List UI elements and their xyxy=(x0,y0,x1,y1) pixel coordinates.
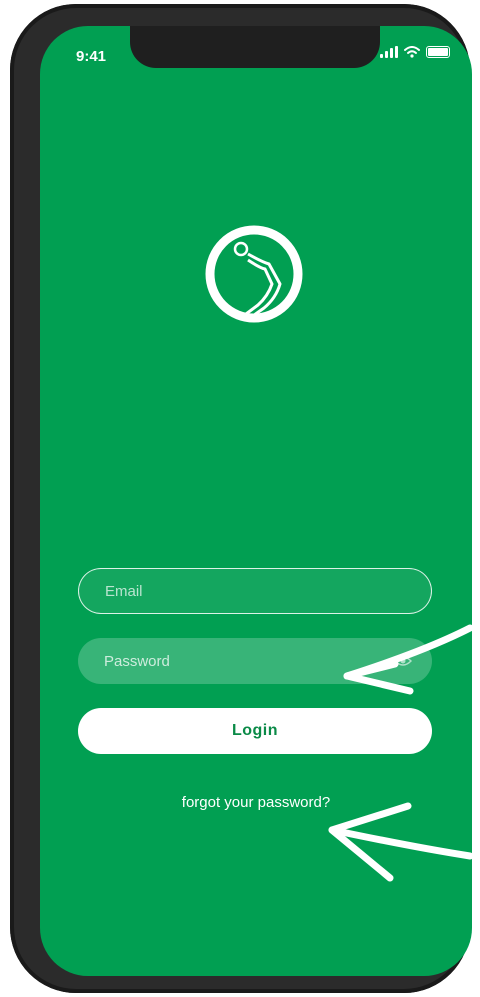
signal-icon xyxy=(380,46,398,58)
notch xyxy=(130,26,380,68)
annotation-arrow-icon xyxy=(328,802,472,882)
status-time: 9:41 xyxy=(76,48,107,65)
annotation-arrow-icon xyxy=(343,624,472,695)
password-placeholder: Password xyxy=(104,652,170,670)
battery-icon xyxy=(426,46,450,58)
brand-logo-icon xyxy=(205,225,303,323)
app-screen: 9:41 Email Password Login forgot your pa… xyxy=(40,26,472,976)
email-placeholder: Email xyxy=(105,582,143,600)
status-icons xyxy=(380,46,450,58)
wifi-icon xyxy=(404,46,420,58)
phone-frame: 9:41 Email Password Login forgot your pa… xyxy=(10,4,472,993)
login-button[interactable]: Login xyxy=(78,708,432,754)
